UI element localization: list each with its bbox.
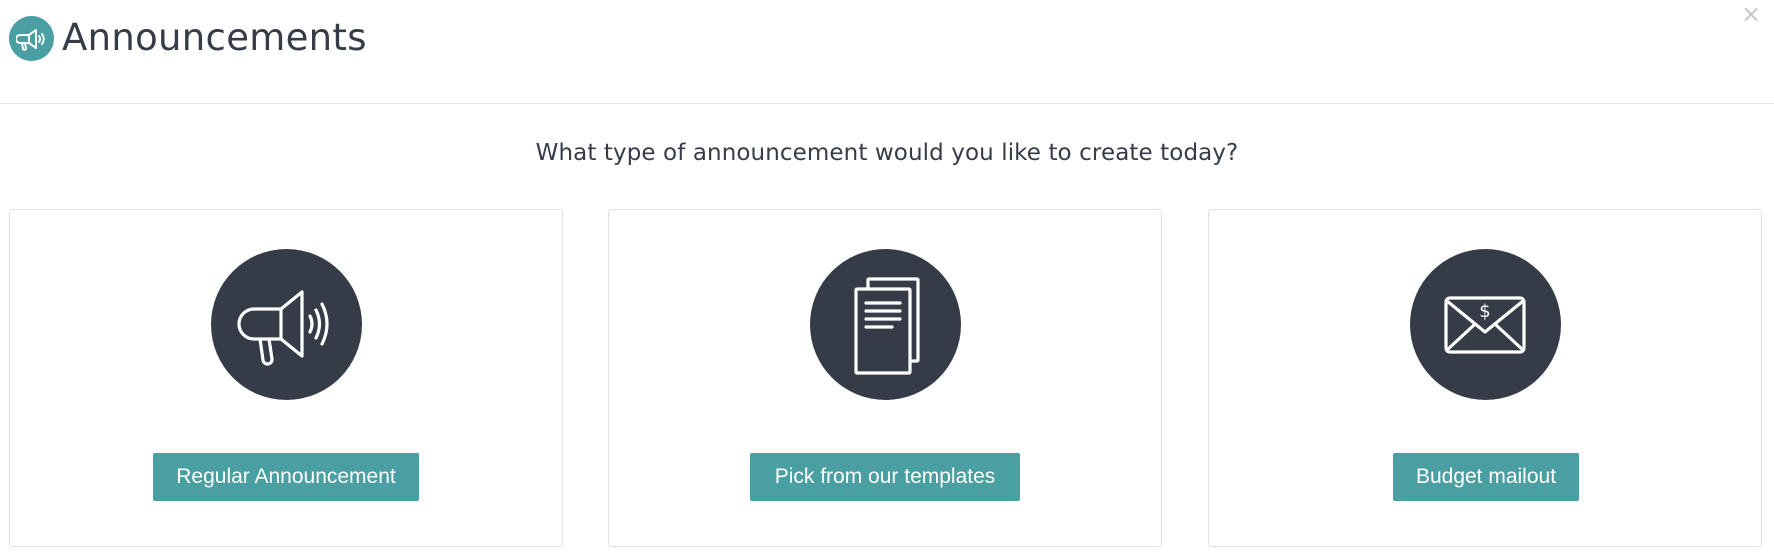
regular-announcement-button[interactable]: Regular Announcement (153, 453, 419, 501)
dialog-header: Announcements × (0, 0, 1774, 104)
envelope-dollar-icon: $ (1410, 249, 1561, 400)
templates-card: Pick from our templates (608, 209, 1162, 547)
megaphone-icon (9, 16, 54, 61)
megaphone-icon (211, 249, 362, 400)
announcement-type-cards: Regular Announcement Pick from our templ… (9, 209, 1763, 547)
budget-mailout-button[interactable]: Budget mailout (1393, 453, 1579, 501)
budget-mailout-card: $ Budget mailout (1208, 209, 1762, 547)
close-button[interactable]: × (1740, 2, 1762, 26)
pick-templates-button[interactable]: Pick from our templates (750, 453, 1020, 501)
prompt-text: What type of announcement would you like… (535, 140, 1239, 166)
dialog-title: Announcements (62, 16, 367, 59)
documents-icon (810, 249, 961, 400)
regular-announcement-card: Regular Announcement (9, 209, 563, 547)
svg-text:$: $ (1479, 301, 1490, 322)
